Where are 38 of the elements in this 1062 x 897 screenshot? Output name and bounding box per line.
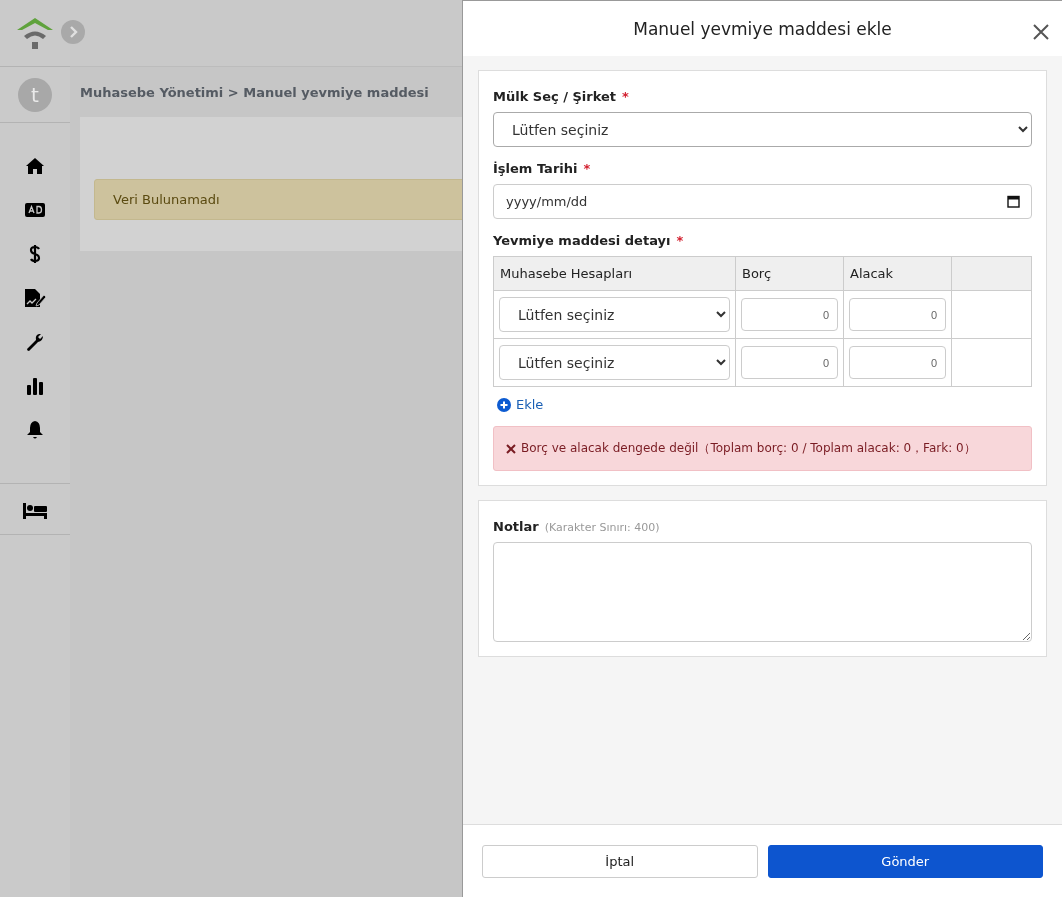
column-header: Borç xyxy=(735,256,844,291)
debit-input[interactable]: 0 xyxy=(741,298,838,331)
cancel-button[interactable]: İptal xyxy=(482,844,758,878)
ad-icon[interactable] xyxy=(25,203,45,217)
bar-chart-icon[interactable] xyxy=(26,377,44,395)
breadcrumb: Muhasebe Yönetimi > Manuel yevmiye maddesi xyxy=(80,85,429,100)
credit-input[interactable]: 0 xyxy=(849,298,946,331)
character-limit-hint: (Karakter Sınırı: 400) xyxy=(544,521,660,534)
add-link[interactable]: Ekle xyxy=(497,397,544,412)
field-label: Mülk Seç / Şirket xyxy=(493,89,617,104)
account-select[interactable]: Lütfen seçiniz xyxy=(499,345,730,380)
required-mark: * xyxy=(622,89,629,104)
credit-input[interactable]: 0 xyxy=(849,346,946,379)
calendar-icon[interactable] xyxy=(1007,195,1020,208)
cross-icon xyxy=(506,443,516,454)
column-header: Alacak xyxy=(843,256,952,291)
home-icon[interactable] xyxy=(25,157,45,175)
required-mark: * xyxy=(676,233,684,248)
bell-icon[interactable] xyxy=(26,420,44,440)
notes-field[interactable] xyxy=(493,542,1032,642)
error-message: Borç ve alacak dengede değil（Toplam borç: 0 / Toplam alacak: 0，Fark: 0） xyxy=(521,440,976,457)
bed-icon[interactable] xyxy=(23,503,47,519)
date-field[interactable]: yyyy/mm/dd xyxy=(493,184,1032,219)
field-label: İşlem Tarihi xyxy=(493,161,578,176)
required-mark: * xyxy=(583,161,591,176)
close-icon[interactable] xyxy=(1033,24,1049,40)
plus-icon xyxy=(497,397,511,412)
property-select[interactable]: Lütfen seçiniz xyxy=(493,112,1032,147)
modal-title: Manuel yevmiye maddesi ekle xyxy=(633,18,892,39)
dollar-icon[interactable] xyxy=(29,244,41,264)
document-pen-icon[interactable] xyxy=(24,288,46,308)
account-select[interactable]: Lütfen seçiniz xyxy=(499,297,730,332)
column-header: Muhasebe Hesapları xyxy=(493,256,736,291)
debit-input[interactable]: 0 xyxy=(741,346,838,379)
submit-button[interactable]: Gönder xyxy=(767,844,1043,878)
field-label: Notlar xyxy=(493,519,539,534)
field-label: Yevmiye maddesi detayı xyxy=(493,233,671,248)
wrench-icon[interactable] xyxy=(25,332,45,352)
